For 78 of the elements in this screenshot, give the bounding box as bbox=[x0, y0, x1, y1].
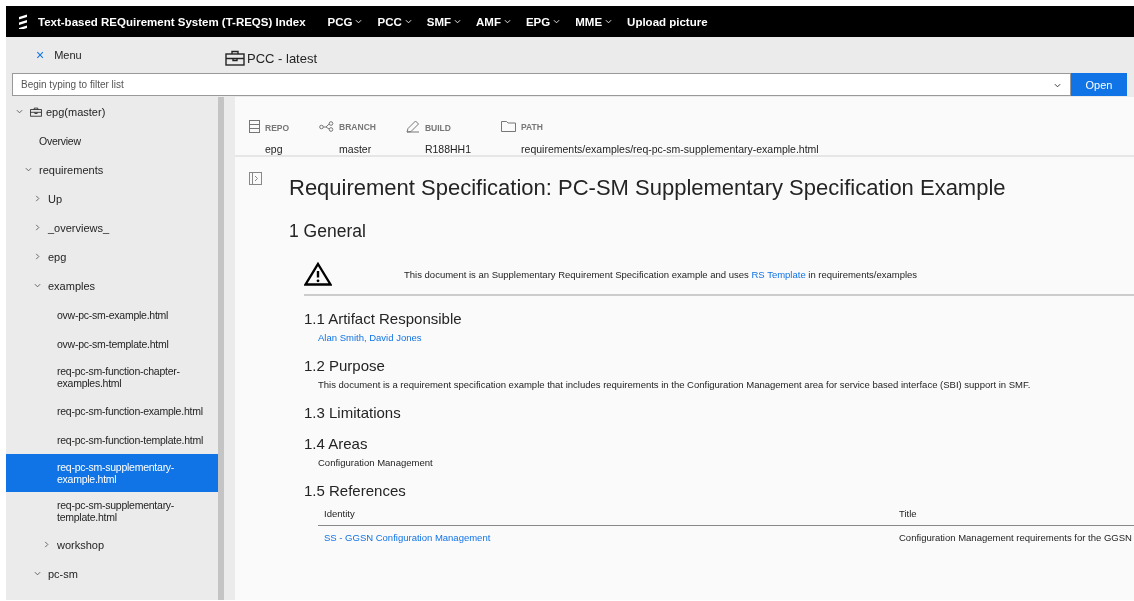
expand-icon[interactable] bbox=[34, 195, 41, 202]
collapse-icon[interactable] bbox=[34, 570, 41, 577]
notice-text: This document is an Supplementary Requirement Specification example and uses RS Template in requirements/examples bbox=[404, 268, 918, 280]
subsection-heading: 1.2 Purpose bbox=[304, 357, 386, 374]
caret-icon[interactable] bbox=[355, 18, 363, 25]
server-icon bbox=[249, 119, 260, 133]
meta-value: R188HH1 bbox=[424, 143, 472, 155]
meta-label: PATH bbox=[521, 121, 544, 132]
meta-label: REPO bbox=[265, 122, 290, 133]
caret-icon[interactable] bbox=[553, 18, 561, 25]
caret-icon[interactable] bbox=[454, 18, 462, 25]
section-text: This document is a requirement specification example that includes requirements in the Configuration Management area for service based interface (SBI) support in SMF. bbox=[318, 379, 1032, 390]
subsection-heading: 1.5 References bbox=[304, 482, 407, 499]
meta-label: BRANCH bbox=[339, 121, 376, 132]
open-button[interactable]: Open bbox=[1071, 73, 1127, 96]
tree-label: epg(master) bbox=[46, 105, 106, 118]
file-item[interactable]: ovw-pc-sm-template.html bbox=[6, 329, 218, 358]
column-header: Identity bbox=[318, 504, 893, 526]
subsection-heading: 1.3 Limitations bbox=[304, 404, 402, 421]
nav-menu[interactable]: MME bbox=[575, 15, 613, 28]
expand-icon[interactable] bbox=[43, 541, 50, 548]
warning-icon bbox=[304, 262, 332, 286]
caret-icon[interactable] bbox=[503, 18, 511, 25]
folder-item[interactable]: _overviews_ bbox=[6, 213, 218, 242]
template-link[interactable]: RS Template bbox=[751, 268, 806, 280]
folder-icon bbox=[501, 120, 517, 132]
folder-item[interactable]: requirements bbox=[6, 155, 218, 184]
expand-icon[interactable] bbox=[34, 224, 41, 231]
meta-value: requirements/examples/req-pc-sm-supplementary-example.html bbox=[521, 143, 819, 155]
file-item[interactable]: Overview bbox=[6, 126, 218, 155]
nav-menu[interactable]: PCC bbox=[377, 15, 412, 28]
expand-icon[interactable] bbox=[34, 253, 41, 260]
scrollbar[interactable] bbox=[218, 97, 224, 600]
briefcase-icon bbox=[225, 50, 245, 66]
project-title: PCC - latest bbox=[247, 50, 318, 66]
file-item[interactable]: req-pc-sm-supplementary-template.html bbox=[6, 492, 218, 530]
menu-button[interactable]: × Menu bbox=[6, 46, 225, 64]
table-cell[interactable]: SS - GGSN Configuration Management bbox=[318, 525, 893, 549]
subsection-heading: 1.1 Artifact Responsible bbox=[304, 310, 463, 327]
branch-icon bbox=[319, 120, 335, 132]
section-text: Configuration Management bbox=[318, 457, 434, 468]
app-title: Text-based REQuirement System (T-REQS) Index bbox=[38, 15, 306, 28]
column-header: Title bbox=[893, 504, 1134, 526]
folder-item[interactable]: examples bbox=[6, 271, 218, 300]
file-item[interactable]: req-pc-sm-function-example.html bbox=[6, 396, 218, 425]
pen-icon bbox=[405, 119, 420, 133]
nav-menu[interactable]: SMF bbox=[426, 15, 462, 28]
collapse-icon[interactable] bbox=[25, 166, 32, 173]
file-item[interactable]: req-pc-sm-supplementary-example.html bbox=[6, 454, 218, 492]
dropdown-icon[interactable] bbox=[1054, 82, 1061, 89]
logo-icon bbox=[18, 14, 28, 29]
meta-value: epg bbox=[265, 143, 284, 155]
subsection-heading: 1.4 Areas bbox=[304, 435, 369, 452]
file-item[interactable]: req-pc-sm-function-chapter-examples.html bbox=[6, 358, 218, 396]
section-heading: 1 General bbox=[289, 221, 367, 242]
folder-item[interactable]: Up bbox=[6, 184, 218, 213]
file-item[interactable]: req-pc-sm-function-template.html bbox=[6, 425, 218, 454]
meta-label: BUILD bbox=[424, 122, 452, 133]
briefcase-icon bbox=[30, 106, 42, 117]
folder-item[interactable]: workshop bbox=[6, 530, 218, 559]
nav-menu[interactable]: Upload picture bbox=[627, 15, 708, 28]
collapse-icon[interactable] bbox=[34, 282, 41, 289]
caret-icon[interactable] bbox=[605, 18, 613, 25]
nav-menu[interactable]: AMF bbox=[476, 15, 511, 28]
file-item[interactable]: ovw-pc-sm-example.html bbox=[6, 300, 218, 329]
meta-value: master bbox=[339, 143, 373, 155]
document-title: Requirement Specification: PC-SM Supplementary Specification Example bbox=[289, 175, 1007, 201]
sidebar-toggle-icon[interactable] bbox=[249, 172, 262, 185]
nav-menu[interactable]: PCG bbox=[327, 15, 363, 28]
folder-item[interactable]: pc-sm bbox=[6, 559, 218, 588]
nav-menu[interactable]: EPG bbox=[525, 15, 561, 28]
table-cell: Configuration Management requirements for the GGSN bbox=[893, 525, 1134, 549]
folder-item[interactable]: epg(master) bbox=[6, 97, 218, 126]
filter-field[interactable]: Begin typing to filter list bbox=[12, 73, 1071, 96]
folder-item[interactable]: epg bbox=[6, 242, 218, 271]
collapse-icon[interactable] bbox=[16, 108, 23, 115]
person-link[interactable]: Alan Smith, David Jones bbox=[318, 332, 422, 343]
caret-icon[interactable] bbox=[404, 18, 412, 25]
